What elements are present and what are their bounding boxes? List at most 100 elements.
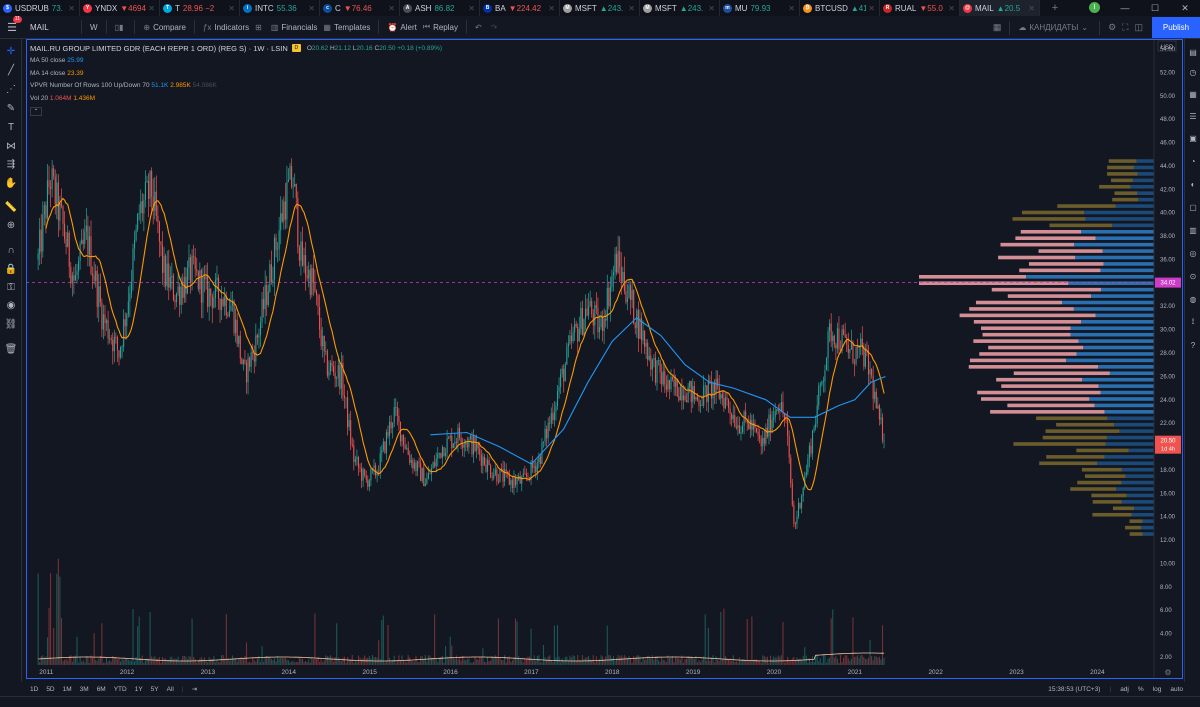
layout-name-button[interactable]: ☁ КАНДИДАТЫ ⌄: [1015, 23, 1094, 32]
magnet-icon[interactable]: ∩: [0, 242, 22, 258]
replay-button[interactable]: ⏮ Replay: [420, 22, 461, 32]
goto-date-icon[interactable]: ⇥: [192, 685, 197, 693]
calendar-icon[interactable]: ▣: [1185, 131, 1200, 145]
close-tab-icon[interactable]: ✕: [628, 4, 635, 13]
redo-button[interactable]: ↷: [488, 23, 504, 32]
eye-icon[interactable]: ◉: [0, 297, 22, 313]
hotlist-icon[interactable]: ☰: [1185, 109, 1200, 123]
range-button[interactable]: YTD: [114, 686, 127, 693]
trash-icon[interactable]: 🗑: [0, 341, 22, 357]
ideas-icon[interactable]: ◔: [1185, 154, 1200, 168]
alerts-icon[interactable]: ◷: [1185, 65, 1200, 79]
text-tool-icon[interactable]: T: [0, 119, 22, 135]
main-series-legend[interactable]: MAIL.RU GROUP LIMITED GDR (EACH REPR 1 O…: [30, 42, 442, 55]
layout-grid-button[interactable]: ▦: [990, 22, 1005, 33]
crosshair-icon[interactable]: ✛: [0, 43, 22, 59]
chats-icon[interactable]: ▢: [1185, 200, 1200, 214]
main-menu-button[interactable]: ☰ 11: [0, 15, 24, 34]
ma14-legend[interactable]: MA 14 close 23.39: [30, 67, 442, 80]
minimize-icon[interactable]: —: [1110, 0, 1140, 16]
chart-type-button[interactable]: ▯▮: [112, 23, 130, 32]
range-button[interactable]: 5D: [46, 686, 54, 693]
adjust-toggle[interactable]: adj: [1120, 686, 1129, 693]
data-window-icon[interactable]: ▦: [1185, 87, 1200, 101]
symbol-tab[interactable]: Y YNDX ▼4694 ✕: [80, 0, 160, 16]
symbol-search-input[interactable]: MAIL: [24, 23, 76, 32]
symbol-tab[interactable]: ₿ BTCUSD ▲41 ✕: [800, 0, 880, 16]
auto-toggle[interactable]: auto: [1170, 686, 1183, 693]
collapse-legend-button[interactable]: ⌃: [30, 106, 42, 116]
help-icon[interactable]: ?: [1185, 338, 1200, 352]
compare-button[interactable]: ⊕ Compare: [140, 23, 189, 32]
alert-button[interactable]: ⏰ Alert: [384, 23, 419, 32]
pattern-icon[interactable]: ⋈: [0, 138, 22, 154]
close-tab-icon[interactable]: ✕: [228, 4, 235, 13]
streams-icon[interactable]: ◐: [1185, 177, 1200, 191]
link-icon[interactable]: ⛓: [0, 316, 22, 332]
symbol-tab[interactable]: R RUAL ▼55.0 ✕: [880, 0, 960, 16]
templates-button[interactable]: ▦ Templates: [320, 23, 373, 32]
target-icon[interactable]: ⊙: [1185, 269, 1200, 283]
lock-drawings-icon[interactable]: 🔒: [0, 261, 22, 277]
close-tab-icon[interactable]: ✕: [468, 4, 475, 13]
symbol-tab[interactable]: i INTC 55.36 ✕: [240, 0, 320, 16]
screener-icon[interactable]: ◎: [1185, 246, 1200, 260]
percent-toggle[interactable]: %: [1138, 686, 1144, 693]
symbol-tab[interactable]: c C ▼76.46 ✕: [320, 0, 400, 16]
brush-icon[interactable]: ✎: [0, 100, 22, 116]
range-button[interactable]: 1D: [30, 686, 38, 693]
symbol-tab[interactable]: M MSFT ▲243. ✕: [640, 0, 720, 16]
close-tab-icon[interactable]: ✕: [1028, 4, 1035, 13]
close-tab-icon[interactable]: ✕: [948, 4, 955, 13]
log-toggle[interactable]: log: [1153, 686, 1162, 693]
user-avatar[interactable]: I: [1089, 2, 1100, 13]
notifications-icon[interactable]: ▥: [1185, 223, 1200, 237]
indicators-button[interactable]: ƒx Indicators: [200, 23, 252, 32]
trend-line-icon[interactable]: ╱: [0, 62, 22, 78]
watchlist-icon[interactable]: ▤: [1185, 45, 1200, 59]
range-button[interactable]: 5Y: [151, 686, 159, 693]
range-button[interactable]: 3M: [80, 686, 89, 693]
interval-button[interactable]: W: [87, 23, 101, 32]
zoom-in-icon[interactable]: ⊕: [0, 217, 22, 233]
financials-button[interactable]: ▥ Financials: [268, 23, 321, 32]
forecast-icon[interactable]: ⇶: [0, 156, 22, 172]
close-tab-icon[interactable]: ✕: [708, 4, 715, 13]
range-button[interactable]: 1Y: [135, 686, 143, 693]
close-tab-icon[interactable]: ✕: [788, 4, 795, 13]
settings-button[interactable]: ⚙: [1105, 22, 1119, 33]
fib-tool-icon[interactable]: ⋰: [0, 81, 22, 97]
maximize-icon[interactable]: ☐: [1140, 0, 1170, 16]
close-tab-icon[interactable]: ✕: [868, 4, 875, 13]
close-tab-icon[interactable]: ✕: [308, 4, 315, 13]
close-tab-icon[interactable]: ✕: [388, 4, 395, 13]
symbol-tab[interactable]: B BA ▼224.42 ✕: [480, 0, 560, 16]
range-button[interactable]: All: [167, 686, 174, 693]
like-icon[interactable]: ✋: [0, 175, 22, 191]
ma50-legend[interactable]: MA 50 close 25.99: [30, 55, 442, 68]
close-window-icon[interactable]: ✕: [1170, 0, 1200, 16]
new-tab-button[interactable]: +: [1040, 0, 1070, 16]
snapshot-button[interactable]: ◫: [1131, 22, 1146, 33]
symbol-tab[interactable]: M MSFT ▲243. ✕: [560, 0, 640, 16]
range-button[interactable]: 1M: [63, 686, 72, 693]
broadcast-icon[interactable]: ⟟: [1185, 315, 1200, 329]
vpvr-legend[interactable]: VPVR Number Of Rows 100 Up/Down 70 51.1K…: [30, 80, 442, 93]
volume-legend[interactable]: Vol 20 1.064M 1.436M: [30, 92, 442, 105]
undo-button[interactable]: ↶: [472, 23, 488, 32]
fullscreen-button[interactable]: ⛶: [1119, 22, 1131, 33]
symbol-tab[interactable]: $ USDRUB 73. ✕: [0, 0, 80, 16]
close-tab-icon[interactable]: ✕: [548, 4, 555, 13]
symbol-tab[interactable]: @ MAIL ▲20.5 ✕: [960, 0, 1040, 16]
ruler-icon[interactable]: 📏: [0, 199, 22, 215]
lock-icon[interactable]: ⚿: [0, 279, 22, 295]
close-tab-icon[interactable]: ✕: [148, 4, 155, 13]
indicator-templates-button[interactable]: ⊞: [252, 23, 268, 32]
clock[interactable]: 15:38:53 (UTC+3): [1048, 686, 1100, 693]
pulse-icon[interactable]: ◍: [1185, 292, 1200, 306]
publish-button[interactable]: Publish: [1152, 17, 1200, 38]
range-button[interactable]: 6M: [97, 686, 106, 693]
symbol-tab[interactable]: m MU 79.93 ✕: [720, 0, 800, 16]
close-tab-icon[interactable]: ✕: [68, 4, 75, 13]
symbol-tab[interactable]: A ASH 86.82 ✕: [400, 0, 480, 16]
